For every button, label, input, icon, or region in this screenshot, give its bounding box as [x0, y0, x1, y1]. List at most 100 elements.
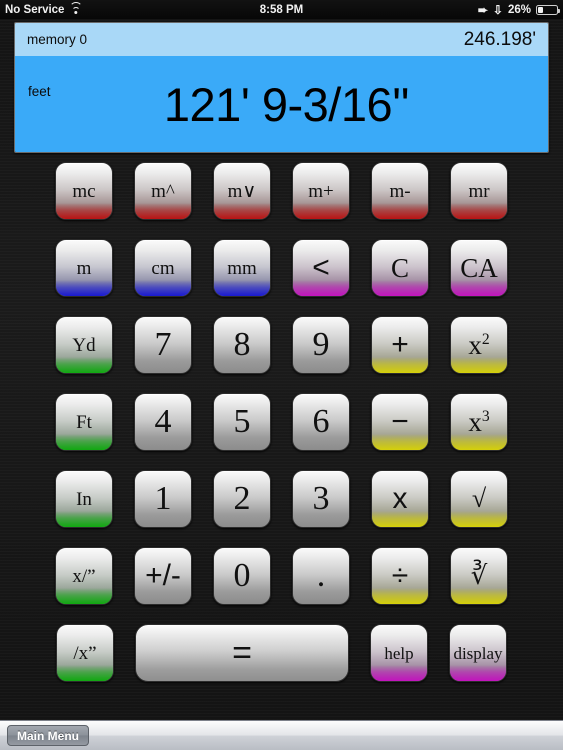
status-bar: No Service 8:58 PM ➨ ⇩ 26% [0, 0, 563, 19]
main-menu-button[interactable]: Main Menu [7, 725, 89, 746]
digit-6-button[interactable]: 6 [292, 393, 350, 451]
battery-percent-label: 26% [507, 3, 531, 16]
key-label: CA [460, 252, 498, 283]
foot-button[interactable]: Ft [55, 393, 113, 451]
key-label: mr [468, 180, 490, 202]
fraction-denominator-button[interactable]: x/” [55, 547, 113, 605]
add-button[interactable]: + [371, 316, 429, 374]
digit-9-button[interactable]: 9 [292, 316, 350, 374]
memory-add-button[interactable]: m+ [292, 162, 350, 220]
centimeter-button[interactable]: cm [134, 239, 192, 297]
memory-clear-button[interactable]: mc [55, 162, 113, 220]
decimal-point-button[interactable]: . [292, 547, 350, 605]
digit-2-button[interactable]: 2 [213, 470, 271, 528]
key-color-band [371, 665, 427, 681]
key-label: C [390, 252, 409, 283]
key-label: 6 [312, 403, 330, 440]
key-color-band [56, 588, 112, 604]
square-root-button[interactable]: √ [450, 470, 508, 528]
keypad-row: m cm mm < C CA [0, 239, 563, 297]
memory-up-button[interactable]: m^ [134, 162, 192, 220]
digit-8-button[interactable]: 8 [213, 316, 271, 374]
digit-1-button[interactable]: 1 [134, 470, 192, 528]
keypad-row: Yd 7 8 9 + x2 [0, 316, 563, 374]
sign-toggle-button[interactable]: +/- [134, 547, 192, 605]
square-button[interactable]: x2 [450, 316, 508, 374]
inverse-fraction-button[interactable]: /x” [56, 624, 114, 682]
key-color-band [56, 357, 112, 373]
digit-0-button[interactable]: 0 [213, 547, 271, 605]
clear-all-button[interactable]: CA [450, 239, 508, 297]
keypad-row: Ft 4 5 6 − x3 [0, 393, 563, 451]
key-label: +/- [145, 559, 181, 592]
main-display-row: feet 121' 9-3/16'' [15, 56, 548, 152]
key-label: mc [72, 180, 96, 202]
key-color-band [451, 511, 507, 527]
cube-root-button[interactable]: ∛ [450, 547, 508, 605]
digit-7-button[interactable]: 7 [134, 316, 192, 374]
key-label: help [384, 643, 414, 663]
key-label: 5 [233, 403, 251, 440]
key-label: 1 [154, 480, 172, 517]
meter-button[interactable]: m [55, 239, 113, 297]
clear-button[interactable]: C [371, 239, 429, 297]
key-label: . [316, 557, 326, 594]
memory-subtract-button[interactable]: m- [371, 162, 429, 220]
key-label: − [391, 405, 409, 438]
equals-button[interactable]: = [135, 624, 349, 682]
key-color-band [56, 280, 112, 296]
key-color-band [293, 203, 349, 219]
digit-4-button[interactable]: 4 [134, 393, 192, 451]
key-label: 4 [154, 403, 172, 440]
key-label: m^ [151, 180, 175, 202]
memory-value: 246.198' [463, 28, 536, 50]
memory-recall-button[interactable]: mr [450, 162, 508, 220]
backspace-button[interactable]: < [292, 239, 350, 297]
key-label: 8 [233, 326, 251, 363]
divide-button[interactable]: ÷ [371, 547, 429, 605]
unit-label: feet [28, 84, 51, 99]
key-label: Ft [76, 411, 92, 433]
key-color-band [214, 280, 270, 296]
key-label: m+ [308, 180, 334, 202]
key-label: x [392, 482, 408, 515]
memory-row: memory 0 246.198' [15, 23, 548, 56]
inch-button[interactable]: In [55, 470, 113, 528]
key-color-band [372, 203, 428, 219]
keypad-row: In 1 2 3 x √ [0, 470, 563, 528]
cube-button[interactable]: x3 [450, 393, 508, 451]
memory-label: memory 0 [27, 32, 88, 47]
key-label: x2 [468, 329, 490, 360]
status-bar-right: ➨ ⇩ 26% [477, 2, 560, 17]
key-label: cm [151, 257, 175, 279]
subtract-button[interactable]: − [371, 393, 429, 451]
key-label: √ [471, 484, 487, 513]
help-button[interactable]: help [370, 624, 428, 682]
bluetooth-icon: ⇩ [492, 2, 503, 17]
keypad-row: x/” +/- 0. ÷ ∛ [0, 547, 563, 605]
key-label: display [453, 643, 503, 663]
location-arrow-icon: ➨ [477, 2, 488, 17]
key-label: = [232, 634, 252, 672]
key-label: 0 [233, 557, 251, 594]
key-label: < [312, 251, 330, 284]
main-display-value: 121' 9-3/16'' [163, 78, 410, 131]
key-label: 7 [154, 326, 172, 363]
digit-3-button[interactable]: 3 [292, 470, 350, 528]
yard-button[interactable]: Yd [55, 316, 113, 374]
key-label: m [76, 257, 92, 279]
key-label: ÷ [391, 559, 409, 592]
key-label: + [391, 328, 409, 361]
keypad: mc m^ m∨ m+ m-mr m cm mm < C CA Yd 7 8 9 + x2 Ft 4 5 6− x3 In 1… [0, 162, 563, 701]
keypad-row: mc m^ m∨ m+ m-mr [0, 162, 563, 220]
key-color-band [135, 280, 191, 296]
memory-down-button[interactable]: m∨ [213, 162, 271, 220]
multiply-button[interactable]: x [371, 470, 429, 528]
key-color-band [214, 203, 270, 219]
millimeter-button[interactable]: mm [213, 239, 271, 297]
display-settings-button[interactable]: display [449, 624, 507, 682]
battery-icon [536, 4, 560, 15]
key-label: mm [227, 257, 257, 279]
digit-5-button[interactable]: 5 [213, 393, 271, 451]
key-color-band [451, 203, 507, 219]
